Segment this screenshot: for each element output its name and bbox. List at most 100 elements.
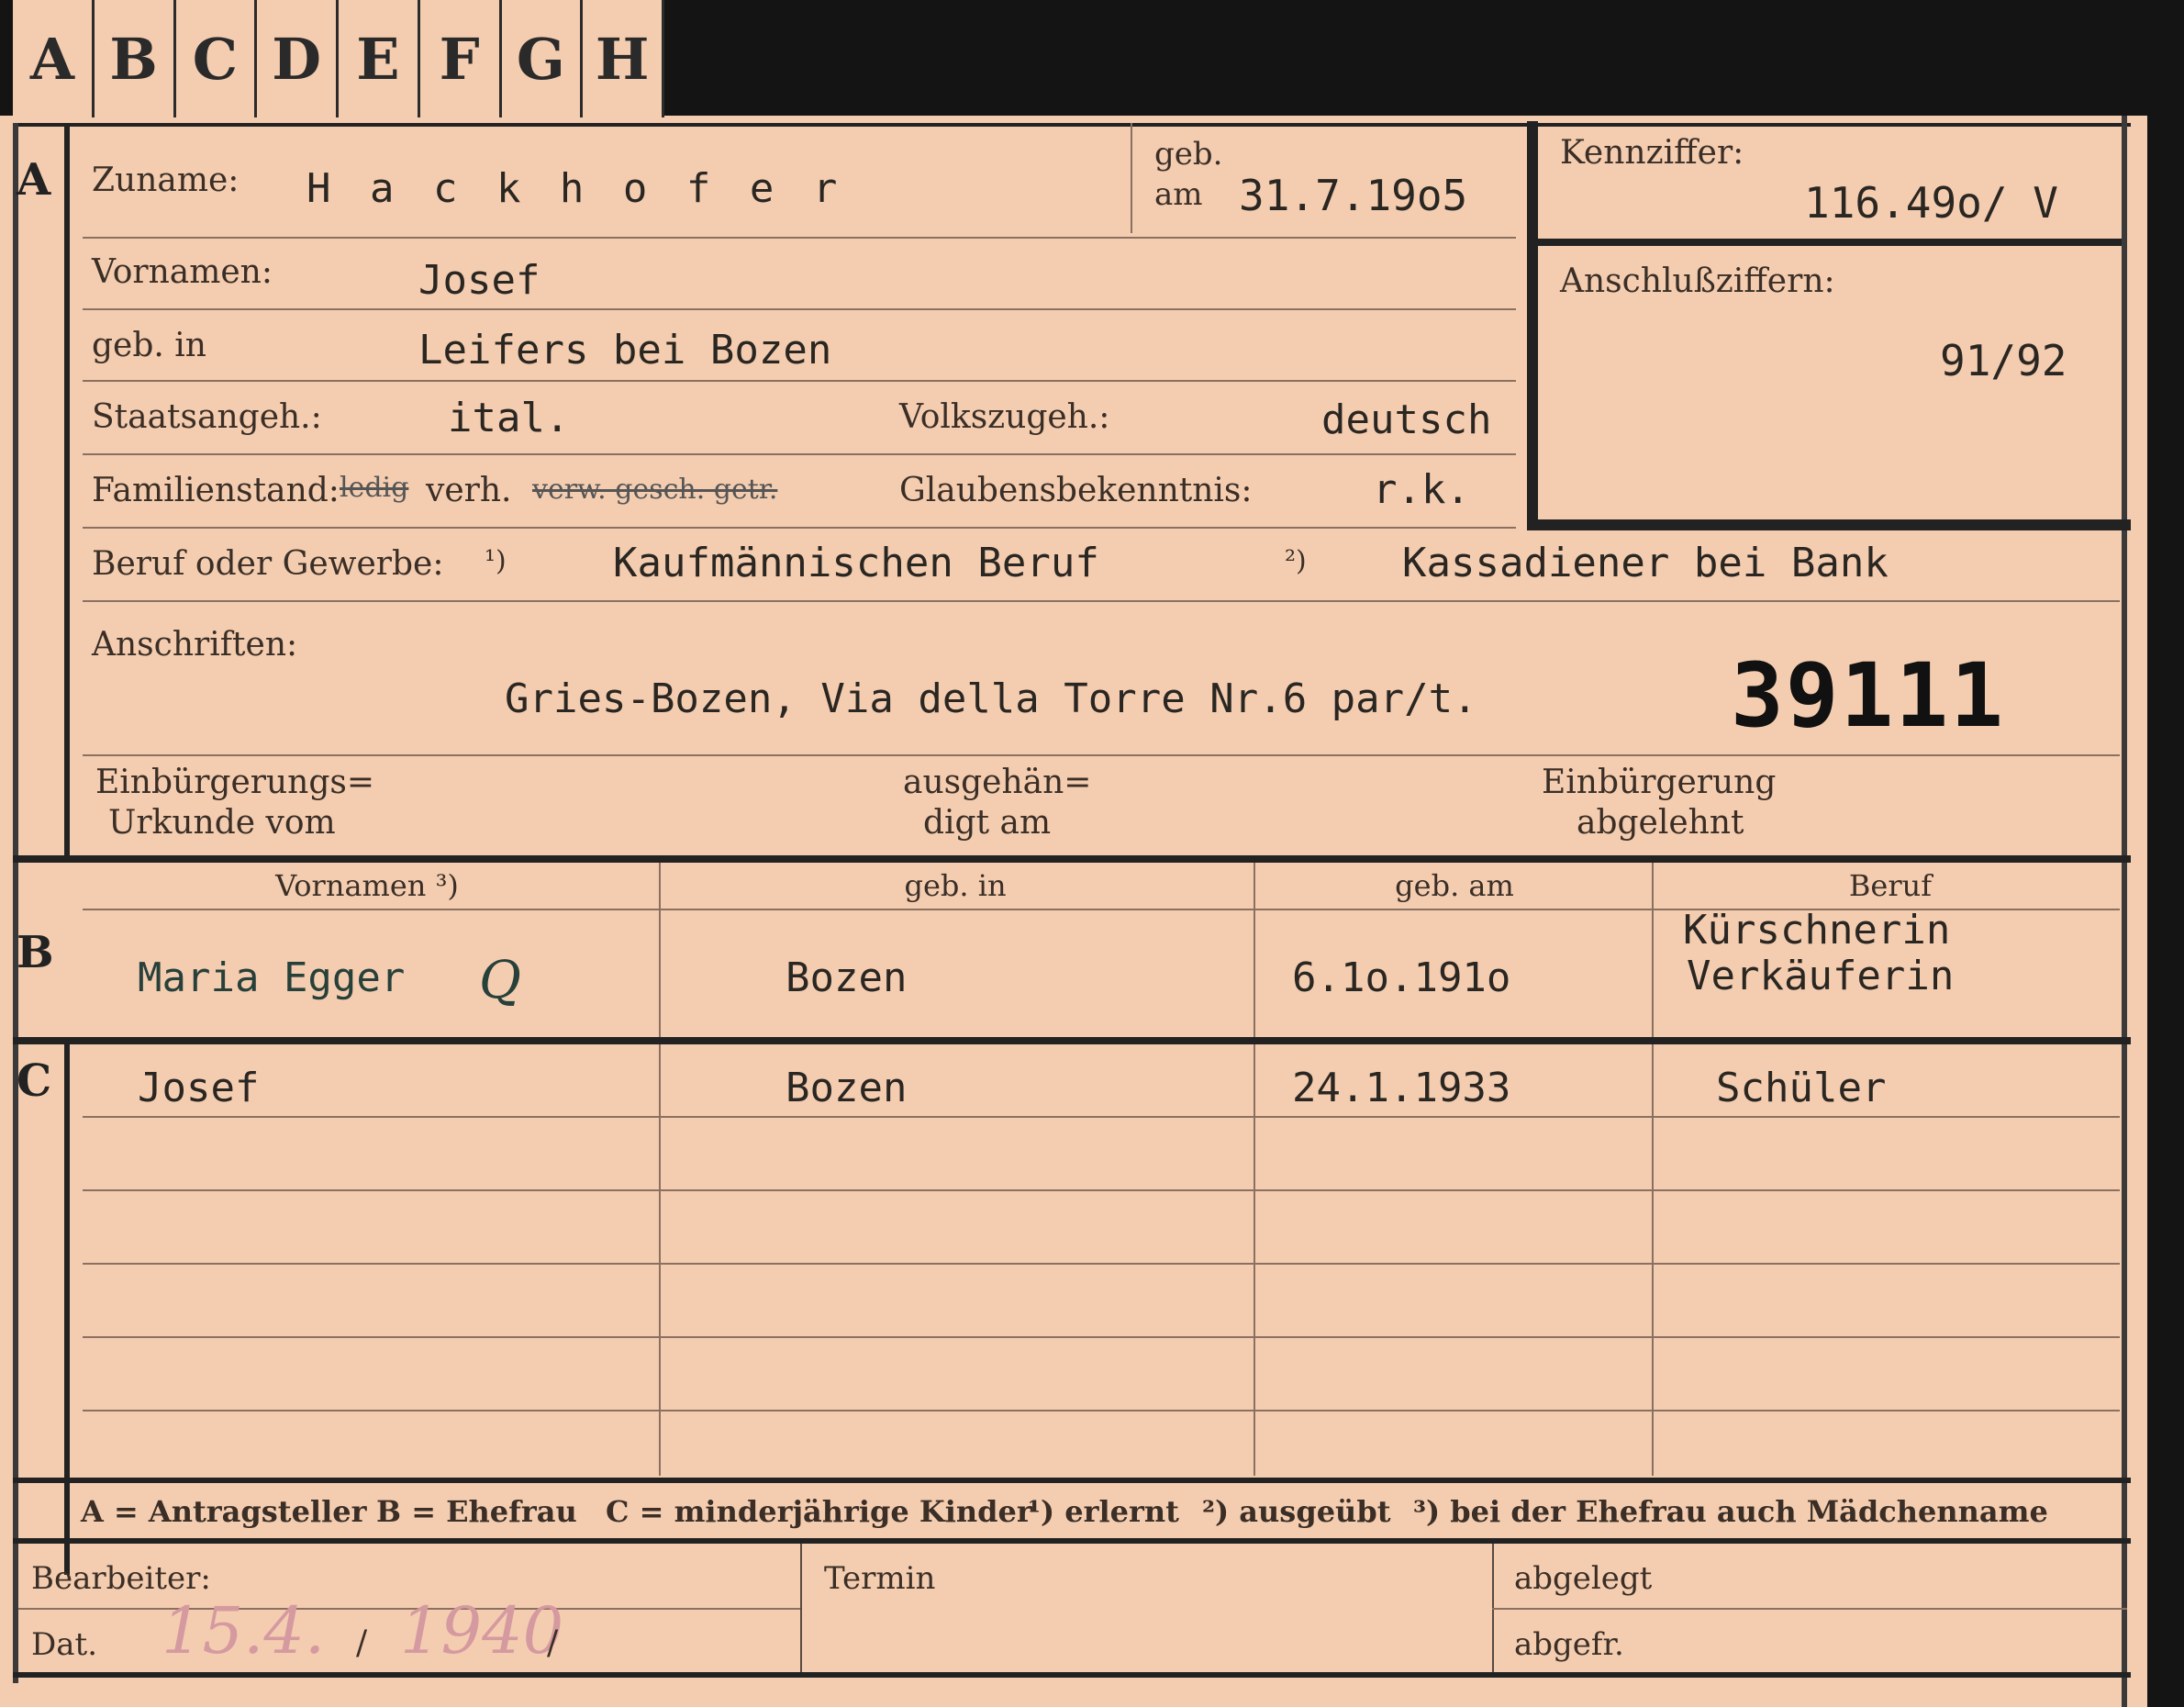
birthplace-label: geb. in xyxy=(92,327,206,364)
footer-line xyxy=(1492,1608,2127,1610)
profession-note-2: ²) xyxy=(1285,545,1307,577)
row-divider xyxy=(83,453,1516,455)
handed-out-label-1: ausgehän= xyxy=(903,764,1092,801)
section-b-top-border xyxy=(13,855,2131,863)
column-divider xyxy=(659,863,661,1037)
legend-bottom-border xyxy=(13,1538,2131,1544)
firstname-value: Josef xyxy=(418,257,540,304)
footer-divider xyxy=(800,1544,802,1672)
section-b-letter: B xyxy=(17,927,54,978)
tab-e[interactable]: E xyxy=(339,0,420,117)
filed-label: abgelegt xyxy=(1514,1560,1653,1597)
initial-mark: Q xyxy=(479,951,521,1010)
section-c-letter: C xyxy=(17,1055,52,1107)
religion-value: r.k. xyxy=(1373,466,1470,513)
registration-stamp-number: 39111 xyxy=(1731,644,2005,747)
date-separator-2: / xyxy=(547,1624,559,1662)
child-name: Josef xyxy=(138,1065,260,1111)
child-row-line xyxy=(83,1336,2120,1338)
id-label: Kennziffer: xyxy=(1560,134,1744,172)
profession-note-1: ¹) xyxy=(485,545,507,577)
profession-learned-value: Kaufmännischen Beruf xyxy=(613,540,1099,586)
legend-top-border xyxy=(13,1478,2131,1483)
tab-a[interactable]: A xyxy=(13,0,95,117)
tab-g[interactable]: G xyxy=(502,0,584,117)
birthplace-value: Leifers bei Bozen xyxy=(418,327,832,374)
child-row-line xyxy=(83,1410,2120,1411)
child-row-line xyxy=(83,1263,2120,1265)
row-divider xyxy=(83,527,1516,529)
child-birthdate: 24.1.1933 xyxy=(1292,1065,1511,1111)
profession-practiced-value: Kassadiener bei Bank xyxy=(1402,540,1889,586)
reference-box-divider xyxy=(1538,239,2122,246)
spouse-birthdate: 6.1o.191o xyxy=(1292,954,1511,1001)
spouse-birthplace: Bozen xyxy=(786,954,908,1001)
sent-label: abgefr. xyxy=(1514,1626,1624,1663)
tab-d[interactable]: D xyxy=(257,0,339,117)
born-date-value: 31.7.19o5 xyxy=(1239,171,1468,220)
tab-c[interactable]: C xyxy=(176,0,258,117)
legend-c: C = minderjährige Kinder xyxy=(606,1494,1032,1529)
naturalization-refused-label-2: abgelehnt xyxy=(1577,804,1744,842)
legend-note-2: ²) ausgeübt xyxy=(1202,1494,1391,1529)
naturalization-cert-label-2: Urkunde vom xyxy=(108,804,336,842)
column-divider xyxy=(1652,863,1654,1037)
spouse-profession-2: Verkäuferin xyxy=(1687,953,1955,999)
processor-label: Bearbeiter: xyxy=(31,1560,211,1597)
connection-value: 91/92 xyxy=(1940,336,2067,385)
child-birthplace: Bozen xyxy=(786,1065,908,1111)
naturalization-refused-label-1: Einbürgerung xyxy=(1542,764,1777,801)
ethnicity-value: deutsch xyxy=(1321,396,1492,443)
date-day-handwritten: 15.4. xyxy=(162,1593,326,1668)
legend-note-1: ¹) erlernt xyxy=(1028,1494,1179,1529)
spouse-header-birthplace: geb. in xyxy=(904,868,1007,903)
address-label: Anschriften: xyxy=(92,626,298,664)
spouse-header-profession: Beruf xyxy=(1848,868,1933,903)
child-row-line xyxy=(83,1189,2120,1191)
child-profession: Schüler xyxy=(1716,1065,1887,1111)
date-separator-1: / xyxy=(356,1624,368,1662)
legend-a: A = Antragsteller xyxy=(81,1494,367,1529)
marital-value: verh. xyxy=(426,472,512,509)
naturalization-cert-label-1: Einbürgerungs= xyxy=(95,764,375,801)
tab-f[interactable]: F xyxy=(420,0,502,117)
column-divider xyxy=(1254,863,1255,1037)
section-a-letter: A xyxy=(17,154,51,206)
spouse-header-name: Vornamen ³) xyxy=(275,868,459,903)
spouse-name: Maria Egger xyxy=(138,954,406,1001)
row-divider xyxy=(83,600,2120,602)
row-divider xyxy=(83,237,1516,239)
citizenship-label: Staatsangeh.: xyxy=(92,398,322,436)
date-label: Dat. xyxy=(31,1626,98,1663)
religion-label: Glaubensbekenntnis: xyxy=(899,472,1253,509)
born-label-1: geb. xyxy=(1154,136,1223,173)
handed-out-label-2: digt am xyxy=(923,804,1052,842)
spouse-profession-1: Kürschnerin xyxy=(1683,907,1951,954)
legend-b: B = Ehefrau xyxy=(376,1494,577,1529)
section-c-top-border xyxy=(13,1037,2131,1044)
legend-note-3: ³) bei der Ehefrau auch Mädchenname xyxy=(1413,1494,2048,1529)
surname-value: H a c k h o f e r xyxy=(306,165,845,212)
ethnicity-label: Volkszugeh.: xyxy=(899,398,1110,436)
tab-b[interactable]: B xyxy=(95,0,176,117)
spouse-header-birthdate: geb. am xyxy=(1395,868,1514,903)
row-divider xyxy=(83,754,2120,756)
row-divider xyxy=(83,380,1516,382)
child-row-line xyxy=(83,1116,2120,1118)
firstname-label: Vornamen: xyxy=(92,253,273,291)
citizenship-value: ital. xyxy=(448,395,570,441)
profession-label: Beruf oder Gewerbe: xyxy=(92,545,444,583)
deadline-label: Termin xyxy=(824,1560,936,1597)
marital-struck-options: verw. gesch. getr. xyxy=(532,474,778,506)
marital-struck-option: ledig xyxy=(340,472,409,504)
tab-h[interactable]: H xyxy=(583,0,664,117)
address-value: Gries-Bozen, Via della Torre Nr.6 par/t. xyxy=(505,675,1477,722)
reference-box-left-border xyxy=(1527,121,1538,530)
born-date-divider xyxy=(1131,123,1132,233)
connection-label: Anschlußziffern: xyxy=(1560,262,1835,300)
row-divider xyxy=(83,308,1516,310)
reference-box-bottom-border xyxy=(1527,519,2131,530)
card-bottom-border xyxy=(13,1672,2131,1678)
born-label-2: am xyxy=(1154,176,1203,213)
surname-label: Zuname: xyxy=(92,162,240,199)
